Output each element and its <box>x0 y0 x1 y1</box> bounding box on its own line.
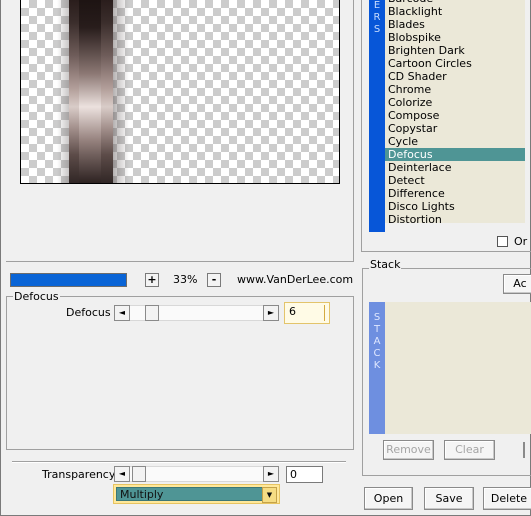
transparency-label: Transparency <box>42 468 116 481</box>
filter-item[interactable]: Blacklight <box>385 5 525 18</box>
blend-mode-select[interactable]: Multiply ▼ <box>113 484 280 504</box>
preview-canvas[interactable] <box>20 0 340 184</box>
transparency-value-field[interactable]: 0 <box>286 466 323 483</box>
filter-item[interactable]: Difference <box>385 187 525 200</box>
filter-list[interactable]: BarcodeBlacklightBladesBlobspikeBrighten… <box>385 0 525 223</box>
blend-mode-value: Multiply ▼ <box>116 487 277 503</box>
stack-edge-marker <box>523 442 525 458</box>
filter-item[interactable]: Detect <box>385 174 525 187</box>
filter-item[interactable]: Compose <box>385 109 525 122</box>
stack-list[interactable] <box>385 302 531 434</box>
add-button[interactable]: Ac <box>503 274 531 294</box>
filter-item[interactable]: Blades <box>385 18 525 31</box>
filters-tab: ERS <box>369 0 385 232</box>
filter-item[interactable]: Cartoon Circles <box>385 57 525 70</box>
zoom-level: 33% <box>173 273 198 286</box>
defocus-decrease-button[interactable]: ◄ <box>114 305 130 321</box>
filter-item[interactable]: Brighten Dark <box>385 44 525 57</box>
defocus-group-title: Defocus <box>13 290 60 303</box>
transparency-decrease-button[interactable]: ◄ <box>114 466 130 482</box>
save-button[interactable]: Save <box>424 487 474 510</box>
blend-mode-text: Multiply <box>120 488 164 501</box>
option-checkbox-label: Or <box>514 235 528 248</box>
filter-item[interactable]: Colorize <box>385 96 525 109</box>
stack-tab-text: STACK <box>373 312 381 371</box>
defocus-slider-thumb[interactable] <box>145 305 159 321</box>
remove-button[interactable]: Remove <box>383 440 434 460</box>
stack-tab: STACK <box>369 302 385 434</box>
filter-item[interactable]: Deinterlace <box>385 161 525 174</box>
defocus-param-label: Defocus <box>66 306 111 319</box>
transparency-slider-thumb[interactable] <box>132 466 146 482</box>
clear-button[interactable]: Clear <box>444 440 495 460</box>
defocus-increase-button[interactable]: ► <box>263 305 279 321</box>
credit-link[interactable]: www.VanDerLee.com <box>237 273 353 286</box>
filter-item[interactable]: CD Shader <box>385 70 525 83</box>
transparency-slider-track[interactable] <box>130 466 263 482</box>
option-checkbox[interactable] <box>497 236 508 247</box>
chevron-down-icon[interactable]: ▼ <box>262 487 277 503</box>
zoom-out-button[interactable]: - <box>207 273 221 287</box>
progress-fill <box>11 274 126 286</box>
zoom-in-button[interactable]: + <box>145 273 159 287</box>
progress-bar <box>10 273 127 287</box>
defocus-value-field[interactable]: 6 <box>284 302 330 324</box>
transparency-separator <box>12 461 346 463</box>
stack-group-title: Stack <box>369 258 402 271</box>
filter-item[interactable]: Blobspike <box>385 31 525 44</box>
filter-item[interactable]: Chrome <box>385 83 525 96</box>
delete-button[interactable]: Delete <box>483 487 531 510</box>
defocus-value-text: 6 <box>289 305 325 321</box>
filter-item-selected[interactable]: Defocus <box>385 148 525 161</box>
filter-item[interactable]: Distortion <box>385 213 525 223</box>
filter-item[interactable]: Cycle <box>385 135 525 148</box>
preview-image-core <box>79 0 101 183</box>
filter-item[interactable]: Disco Lights <box>385 200 525 213</box>
filters-tab-text: ERS <box>373 0 381 35</box>
transparency-increase-button[interactable]: ► <box>263 466 279 482</box>
open-button[interactable]: Open <box>364 487 413 510</box>
filter-item[interactable]: Copystar <box>385 122 525 135</box>
